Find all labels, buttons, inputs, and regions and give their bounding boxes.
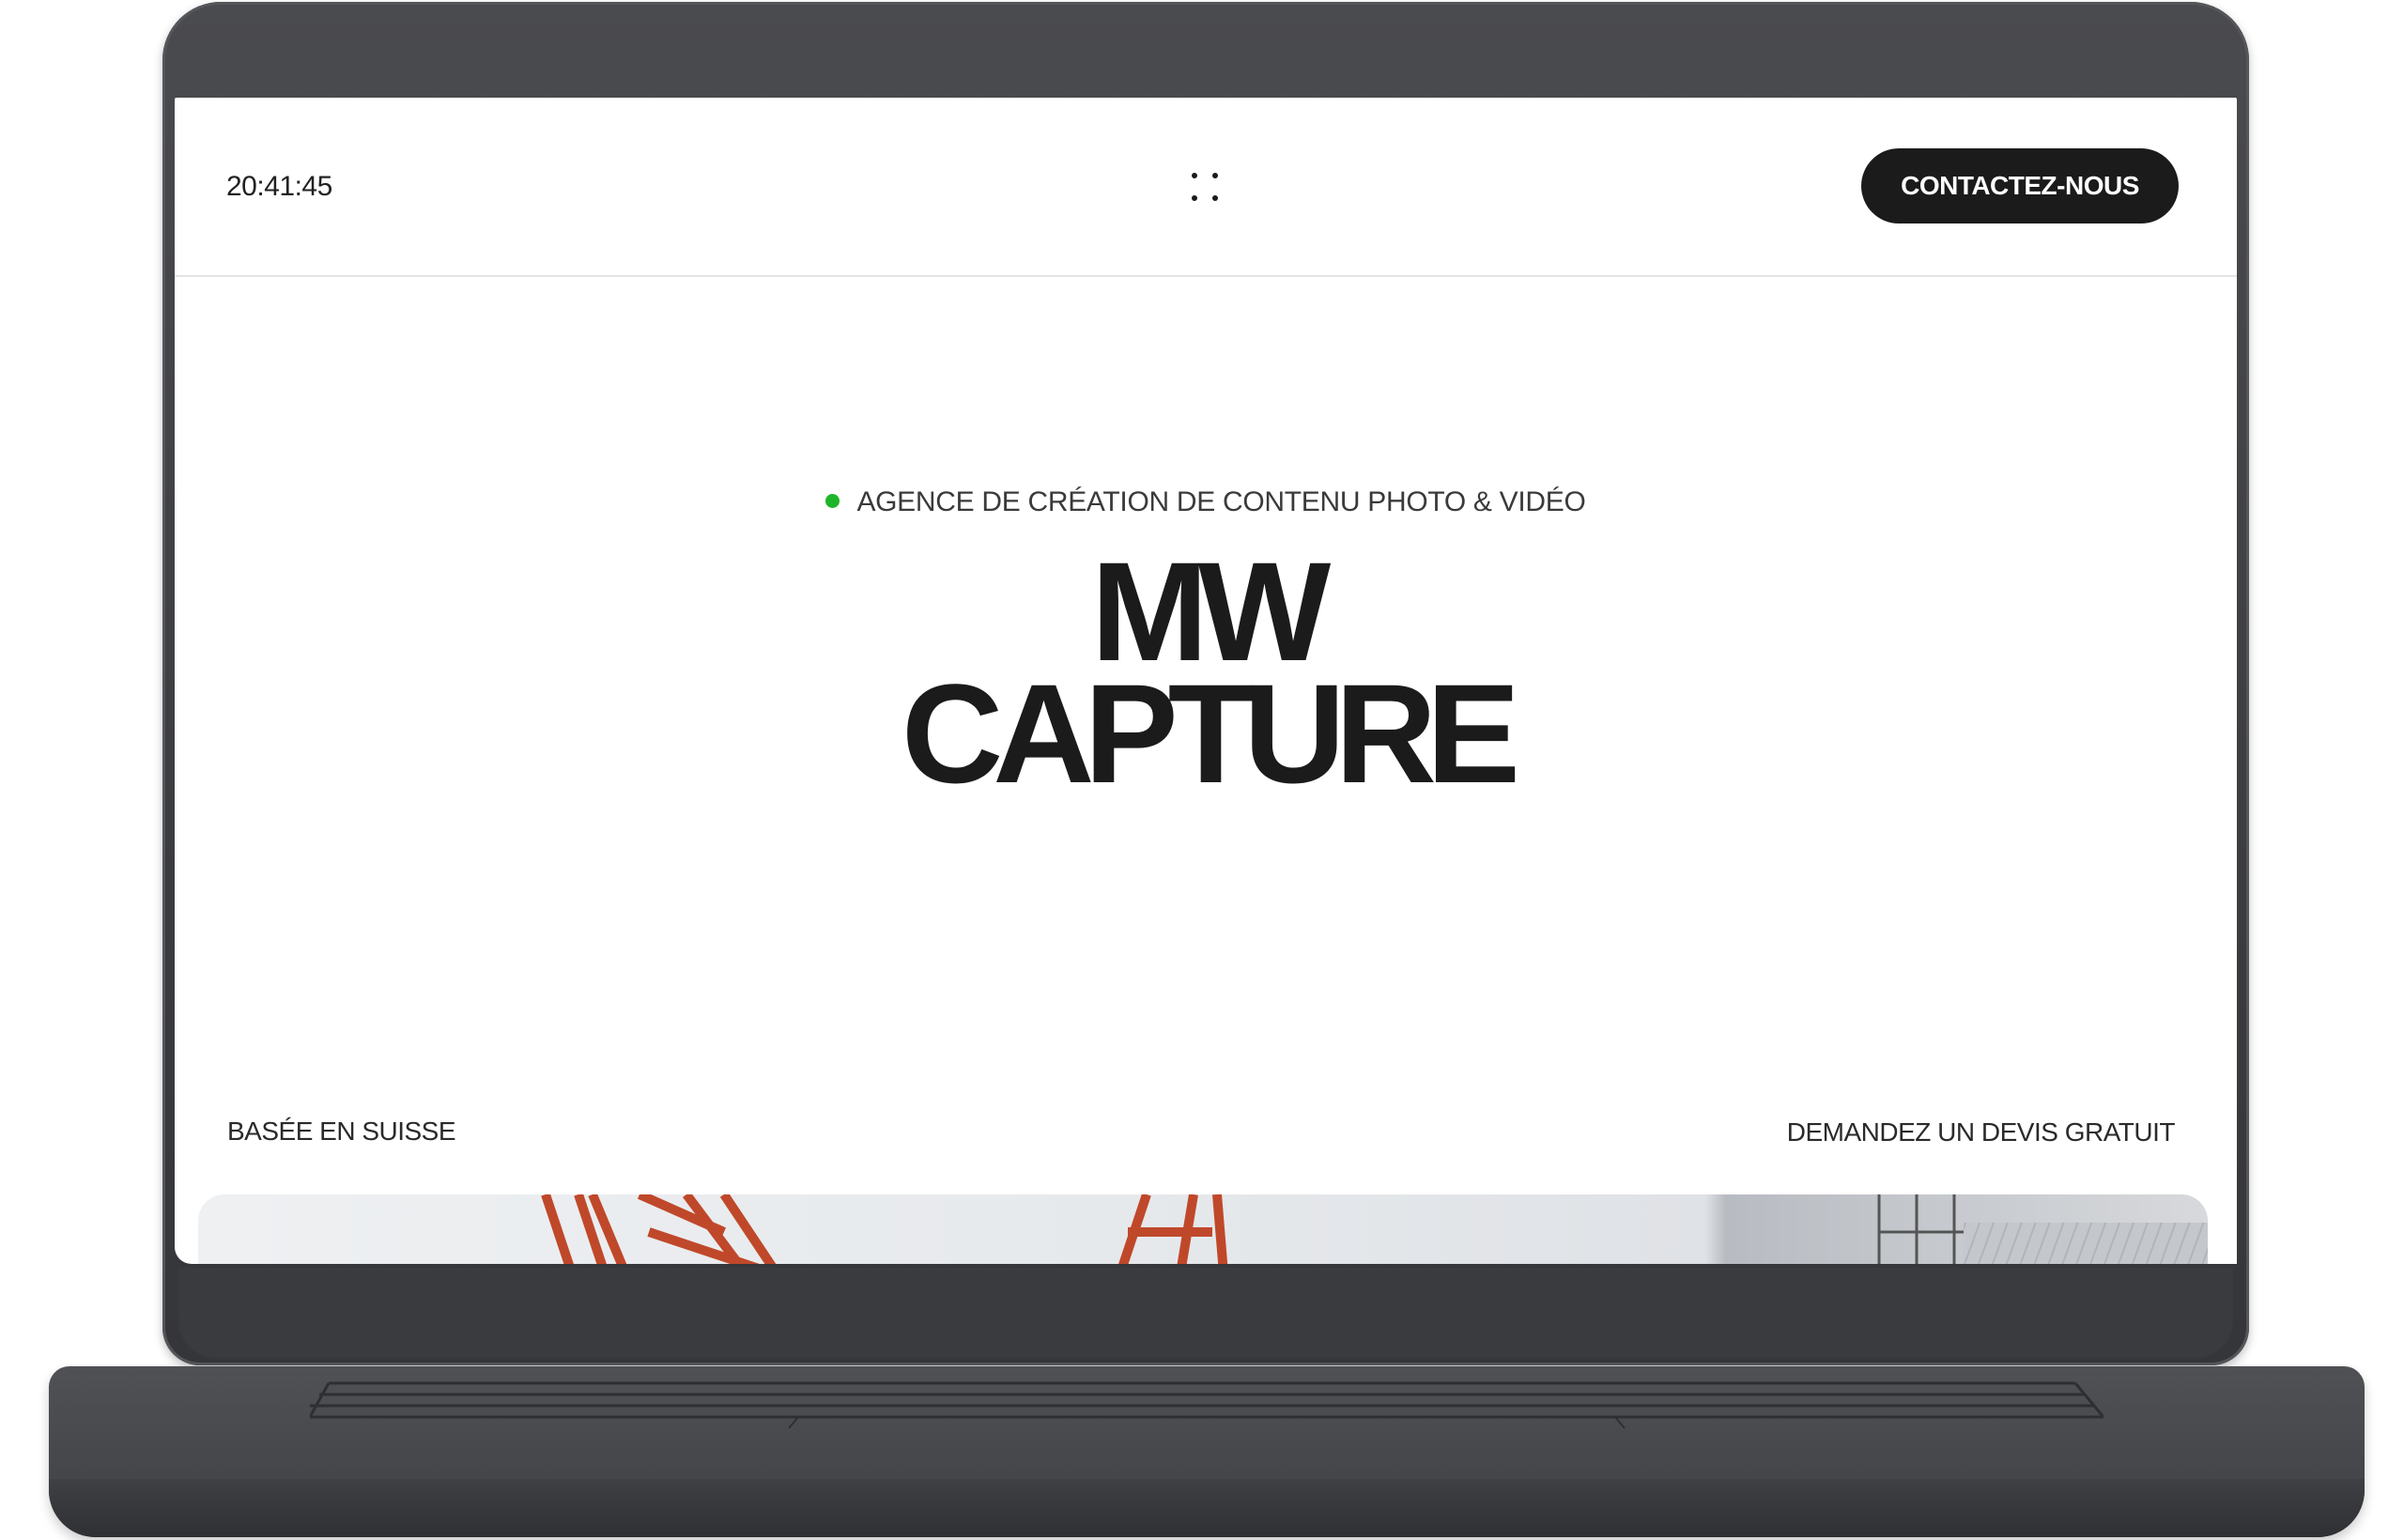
hero-title: MW CAPTURE	[175, 541, 2237, 812]
laptop-bezel-bottom	[178, 1268, 2233, 1358]
hero-title-line-2: CAPTURE	[901, 654, 1520, 812]
laptop-base-front	[49, 1479, 2365, 1537]
location-caption: BASÉE EN SUISSE	[227, 1116, 456, 1146]
tagline-text: AGENCE DE CRÉATION DE CONTENU PHOTO & VI…	[856, 486, 1586, 517]
device-frame: 20:41:45 CONTACTEZ-NOUS AGENCE DE CRÉATI…	[0, 0, 2404, 1540]
status-dot-icon	[825, 494, 840, 508]
hero-media-image	[198, 1194, 2208, 1264]
menu-dots-icon[interactable]	[1190, 169, 1224, 207]
contact-button[interactable]: CONTACTEZ-NOUS	[1861, 148, 2179, 223]
site-header: 20:41:45 CONTACTEZ-NOUS	[175, 98, 2237, 277]
keyboard-graphic	[310, 1381, 2104, 1428]
hero-tagline: AGENCE DE CRÉATION DE CONTENU PHOTO & VI…	[175, 486, 2237, 518]
website-screen: 20:41:45 CONTACTEZ-NOUS AGENCE DE CRÉATI…	[175, 98, 2237, 1264]
free-quote-link[interactable]: DEMANDEZ UN DEVIS GRATUIT	[1787, 1117, 2176, 1147]
clock-display: 20:41:45	[226, 171, 332, 202]
crane-photo-graphic	[541, 1194, 2208, 1264]
